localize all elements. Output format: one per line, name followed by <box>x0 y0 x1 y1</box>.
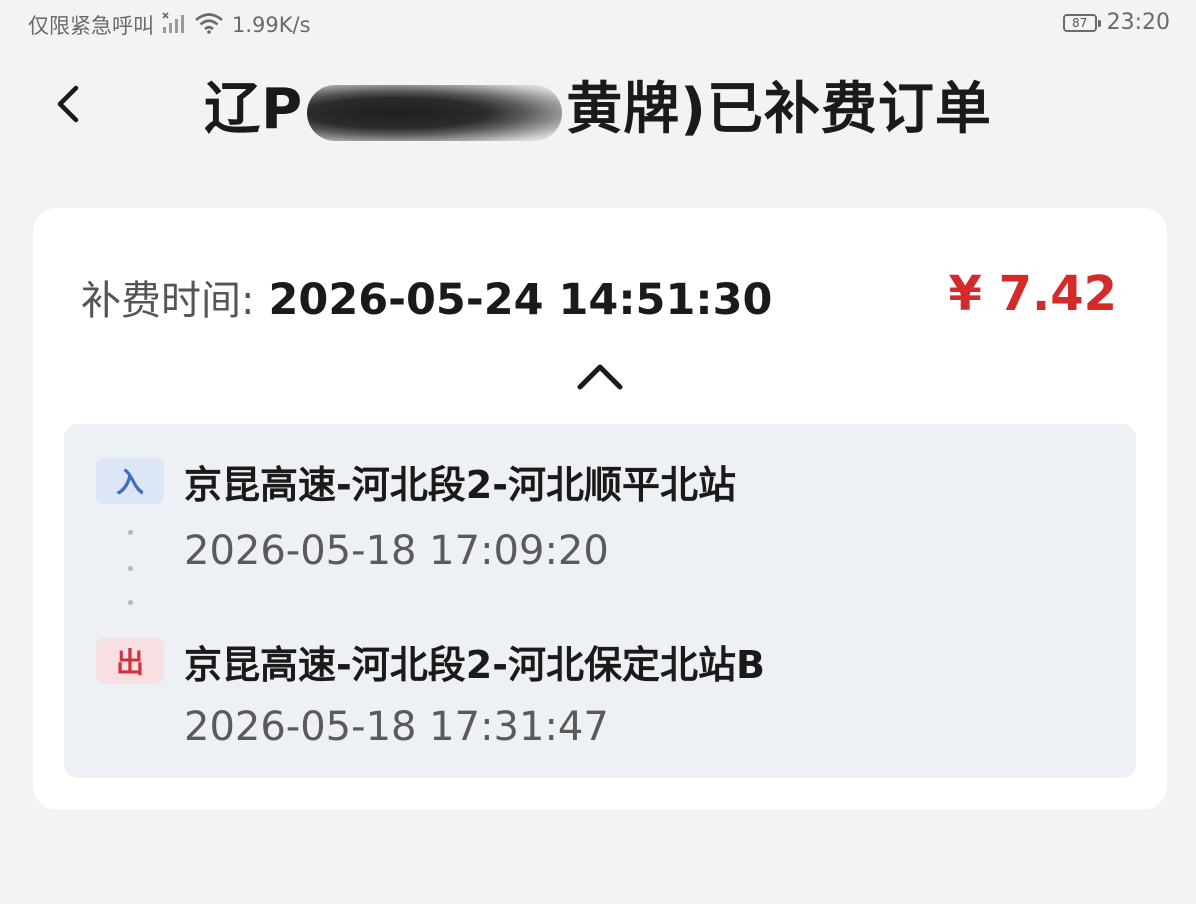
title-suffix: 黄牌)已补费订单 <box>566 77 992 142</box>
battery-icon: 87 <box>1062 13 1101 32</box>
exit-badge: 出 <box>96 638 164 684</box>
status-bar-right: 87 23:20 <box>1062 10 1170 35</box>
title-prefix: 辽P <box>204 77 304 142</box>
signal-icon <box>162 11 186 39</box>
timeline-dot <box>128 600 133 605</box>
timeline-dot <box>128 530 133 535</box>
exit-station: 京昆高速-河北段2-河北保定北站B <box>184 643 765 687</box>
entry-badge: 入 <box>96 458 164 504</box>
battery-level: 87 <box>1071 15 1088 30</box>
payment-amount: ¥ 7.42 <box>948 266 1117 322</box>
clock: 23:20 <box>1106 10 1170 35</box>
entry-time: 2026-05-18 17:09:20 <box>184 528 609 574</box>
payment-time-label: 补费时间: <box>81 278 255 324</box>
page-title: 辽P 黄牌)已补费订单 <box>0 74 1196 146</box>
payment-time-value: 2026-05-24 14:51:30 <box>268 275 773 325</box>
timeline-dot <box>128 566 133 571</box>
emergency-calls-text: 仅限紧急呼叫 <box>28 14 154 38</box>
exit-time: 2026-05-18 17:31:47 <box>184 704 609 750</box>
order-card: 补费时间: 2026-05-24 14:51:30 ¥ 7.42 入 京昆高速-… <box>33 208 1167 810</box>
status-bar-left: 仅限紧急呼叫 1.99K/s <box>28 10 311 40</box>
trip-detail-panel: 入 京昆高速-河北段2-河北顺平北站 2026-05-18 17:09:20 出… <box>64 424 1136 778</box>
network-speed: 1.99K/s <box>232 13 311 37</box>
status-bar: 仅限紧急呼叫 1.99K/s 87 23:20 <box>0 0 1196 50</box>
chevron-up-icon <box>577 364 623 390</box>
entry-station: 京昆高速-河北段2-河北顺平北站 <box>184 463 736 507</box>
payment-time-row: 补费时间: 2026-05-24 14:51:30 <box>81 268 772 326</box>
wifi-icon <box>194 12 224 39</box>
collapse-button[interactable] <box>573 354 627 398</box>
redacted-plate <box>307 84 563 141</box>
